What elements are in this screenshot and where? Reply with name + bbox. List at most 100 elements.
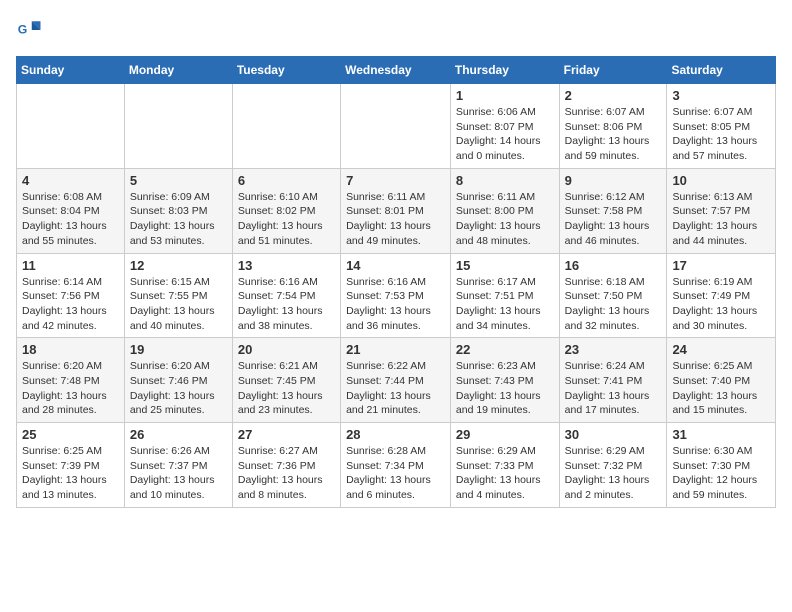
day-info: Sunrise: 6:15 AM Sunset: 7:55 PM Dayligh… — [130, 275, 227, 334]
day-number: 10 — [672, 173, 770, 188]
day-cell: 18 Sunrise: 6:20 AM Sunset: 7:48 PM Dayli… — [17, 338, 125, 423]
day-number: 19 — [130, 342, 227, 357]
day-info: Sunrise: 6:09 AM Sunset: 8:03 PM Dayligh… — [130, 190, 227, 249]
header-row: SundayMondayTuesdayWednesdayThursdayFrid… — [17, 57, 776, 84]
day-number: 13 — [238, 258, 335, 273]
day-number: 4 — [22, 173, 119, 188]
day-info: Sunrise: 6:24 AM Sunset: 7:41 PM Dayligh… — [565, 359, 662, 418]
day-number: 20 — [238, 342, 335, 357]
day-cell: 3 Sunrise: 6:07 AM Sunset: 8:05 PM Daylig… — [667, 84, 776, 169]
day-info: Sunrise: 6:20 AM Sunset: 7:48 PM Dayligh… — [22, 359, 119, 418]
day-cell: 23 Sunrise: 6:24 AM Sunset: 7:41 PM Dayli… — [559, 338, 667, 423]
day-number: 18 — [22, 342, 119, 357]
day-cell: 20 Sunrise: 6:21 AM Sunset: 7:45 PM Dayli… — [232, 338, 340, 423]
day-cell: 29 Sunrise: 6:29 AM Sunset: 7:33 PM Dayli… — [450, 423, 559, 508]
day-info: Sunrise: 6:22 AM Sunset: 7:44 PM Dayligh… — [346, 359, 445, 418]
day-info: Sunrise: 6:06 AM Sunset: 8:07 PM Dayligh… — [456, 105, 554, 164]
day-info: Sunrise: 6:28 AM Sunset: 7:34 PM Dayligh… — [346, 444, 445, 503]
day-cell: 22 Sunrise: 6:23 AM Sunset: 7:43 PM Dayli… — [450, 338, 559, 423]
day-info: Sunrise: 6:07 AM Sunset: 8:05 PM Dayligh… — [672, 105, 770, 164]
day-info: Sunrise: 6:16 AM Sunset: 7:53 PM Dayligh… — [346, 275, 445, 334]
column-header-saturday: Saturday — [667, 57, 776, 84]
column-header-tuesday: Tuesday — [232, 57, 340, 84]
day-cell: 17Sunrise: 6:19 AM Sunset: 7:49 PM Dayli… — [667, 253, 776, 338]
day-cell: 28 Sunrise: 6:28 AM Sunset: 7:34 PM Dayli… — [341, 423, 451, 508]
day-number: 12 — [130, 258, 227, 273]
day-cell: 27Sunrise: 6:27 AM Sunset: 7:36 PM Dayli… — [232, 423, 340, 508]
column-header-wednesday: Wednesday — [341, 57, 451, 84]
column-header-thursday: Thursday — [450, 57, 559, 84]
day-info: Sunrise: 6:11 AM Sunset: 8:01 PM Dayligh… — [346, 190, 445, 249]
column-header-friday: Friday — [559, 57, 667, 84]
day-number: 26 — [130, 427, 227, 442]
day-number: 31 — [672, 427, 770, 442]
calendar-table: SundayMondayTuesdayWednesdayThursdayFrid… — [16, 56, 776, 508]
logo-icon: G — [16, 16, 44, 44]
day-number: 28 — [346, 427, 445, 442]
day-number: 16 — [565, 258, 662, 273]
day-info: Sunrise: 6:11 AM Sunset: 8:00 PM Dayligh… — [456, 190, 554, 249]
day-number: 27 — [238, 427, 335, 442]
day-number: 23 — [565, 342, 662, 357]
day-cell: 1 Sunrise: 6:06 AM Sunset: 8:07 PM Daylig… — [450, 84, 559, 169]
day-info: Sunrise: 6:23 AM Sunset: 7:43 PM Dayligh… — [456, 359, 554, 418]
day-number: 1 — [456, 88, 554, 103]
week-row-2: 4Sunrise: 6:08 AM Sunset: 8:04 PM Daylig… — [17, 168, 776, 253]
day-number: 11 — [22, 258, 119, 273]
day-number: 25 — [22, 427, 119, 442]
day-cell — [232, 84, 340, 169]
week-row-5: 25 Sunrise: 6:25 AM Sunset: 7:39 PM Dayli… — [17, 423, 776, 508]
day-number: 8 — [456, 173, 554, 188]
day-info: Sunrise: 6:26 AM Sunset: 7:37 PM Dayligh… — [130, 444, 227, 503]
day-number: 6 — [238, 173, 335, 188]
day-number: 5 — [130, 173, 227, 188]
day-cell: 6Sunrise: 6:10 AM Sunset: 8:02 PM Daylig… — [232, 168, 340, 253]
day-cell: 8 Sunrise: 6:11 AM Sunset: 8:00 PM Daylig… — [450, 168, 559, 253]
day-number: 24 — [672, 342, 770, 357]
day-cell: 16 Sunrise: 6:18 AM Sunset: 7:50 PM Dayli… — [559, 253, 667, 338]
day-cell: 7 Sunrise: 6:11 AM Sunset: 8:01 PM Daylig… — [341, 168, 451, 253]
day-cell: 14 Sunrise: 6:16 AM Sunset: 7:53 PM Dayli… — [341, 253, 451, 338]
day-cell: 24 Sunrise: 6:25 AM Sunset: 7:40 PM Dayli… — [667, 338, 776, 423]
day-number: 3 — [672, 88, 770, 103]
day-info: Sunrise: 6:20 AM Sunset: 7:46 PM Dayligh… — [130, 359, 227, 418]
day-cell: 26 Sunrise: 6:26 AM Sunset: 7:37 PM Dayli… — [124, 423, 232, 508]
column-header-sunday: Sunday — [17, 57, 125, 84]
day-cell: 25 Sunrise: 6:25 AM Sunset: 7:39 PM Dayli… — [17, 423, 125, 508]
day-number: 29 — [456, 427, 554, 442]
svg-text:G: G — [18, 23, 28, 37]
day-number: 14 — [346, 258, 445, 273]
day-info: Sunrise: 6:29 AM Sunset: 7:32 PM Dayligh… — [565, 444, 662, 503]
day-cell: 4Sunrise: 6:08 AM Sunset: 8:04 PM Daylig… — [17, 168, 125, 253]
day-info: Sunrise: 6:07 AM Sunset: 8:06 PM Dayligh… — [565, 105, 662, 164]
day-info: Sunrise: 6:21 AM Sunset: 7:45 PM Dayligh… — [238, 359, 335, 418]
page-header: G — [16, 16, 776, 44]
day-cell: 15Sunrise: 6:17 AM Sunset: 7:51 PM Dayli… — [450, 253, 559, 338]
day-cell — [17, 84, 125, 169]
day-cell: 21 Sunrise: 6:22 AM Sunset: 7:44 PM Dayli… — [341, 338, 451, 423]
day-info: Sunrise: 6:25 AM Sunset: 7:39 PM Dayligh… — [22, 444, 119, 503]
day-info: Sunrise: 6:13 AM Sunset: 7:57 PM Dayligh… — [672, 190, 770, 249]
day-number: 30 — [565, 427, 662, 442]
day-cell: 2 Sunrise: 6:07 AM Sunset: 8:06 PM Daylig… — [559, 84, 667, 169]
day-info: Sunrise: 6:16 AM Sunset: 7:54 PM Dayligh… — [238, 275, 335, 334]
day-info: Sunrise: 6:18 AM Sunset: 7:50 PM Dayligh… — [565, 275, 662, 334]
day-cell: 10 Sunrise: 6:13 AM Sunset: 7:57 PM Dayli… — [667, 168, 776, 253]
day-number: 2 — [565, 88, 662, 103]
day-cell: 12 Sunrise: 6:15 AM Sunset: 7:55 PM Dayli… — [124, 253, 232, 338]
week-row-3: 11 Sunrise: 6:14 AM Sunset: 7:56 PM Dayli… — [17, 253, 776, 338]
day-cell: 31Sunrise: 6:30 AM Sunset: 7:30 PM Dayli… — [667, 423, 776, 508]
day-number: 22 — [456, 342, 554, 357]
day-info: Sunrise: 6:29 AM Sunset: 7:33 PM Dayligh… — [456, 444, 554, 503]
day-number: 9 — [565, 173, 662, 188]
day-info: Sunrise: 6:19 AM Sunset: 7:49 PM Dayligh… — [672, 275, 770, 334]
day-cell: 5 Sunrise: 6:09 AM Sunset: 8:03 PM Daylig… — [124, 168, 232, 253]
day-info: Sunrise: 6:14 AM Sunset: 7:56 PM Dayligh… — [22, 275, 119, 334]
day-info: Sunrise: 6:25 AM Sunset: 7:40 PM Dayligh… — [672, 359, 770, 418]
week-row-4: 18 Sunrise: 6:20 AM Sunset: 7:48 PM Dayli… — [17, 338, 776, 423]
day-cell: 9Sunrise: 6:12 AM Sunset: 7:58 PM Daylig… — [559, 168, 667, 253]
day-number: 15 — [456, 258, 554, 273]
day-number: 7 — [346, 173, 445, 188]
logo: G — [16, 16, 48, 44]
day-number: 21 — [346, 342, 445, 357]
